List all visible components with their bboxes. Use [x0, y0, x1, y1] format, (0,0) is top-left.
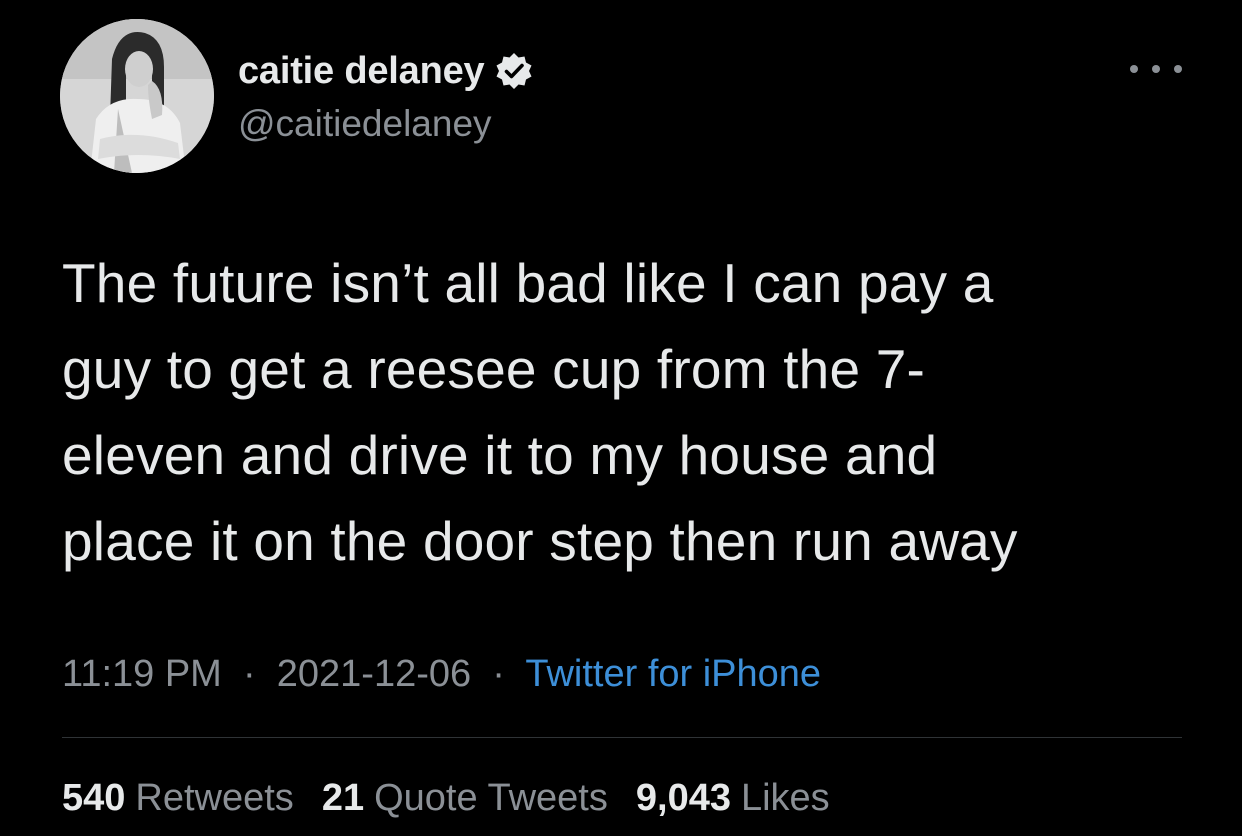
meta-separator: ·: [232, 653, 267, 695]
verified-badge-icon: [494, 51, 534, 91]
more-dot: [1130, 65, 1138, 73]
tweet-date[interactable]: 2021-12-06: [277, 653, 471, 695]
likes-stat[interactable]: 9,043 Likes: [636, 772, 830, 824]
more-dot: [1174, 65, 1182, 73]
more-options-icon[interactable]: [1130, 54, 1182, 84]
quote-tweets-label: Quote Tweets: [374, 777, 608, 819]
quote-tweets-stat[interactable]: 21 Quote Tweets: [322, 772, 608, 824]
tweet-text-line: guy to get a reesee cup from the 7-: [62, 338, 926, 400]
tweet-text-line: eleven and drive it to my house and: [62, 424, 938, 486]
tweet-time[interactable]: 11:19 PM: [62, 653, 222, 695]
tweet-stats: 540 Retweets 21 Quote Tweets 9,043 Likes: [62, 772, 858, 824]
retweets-stat[interactable]: 540 Retweets: [62, 772, 294, 824]
avatar[interactable]: [60, 19, 214, 173]
quote-tweets-count: 21: [321, 777, 365, 819]
tweet-text-line: place it on the door step then run away: [62, 510, 1018, 572]
likes-count: 9,043: [635, 777, 731, 819]
tweet-text: The future isn’t all bad like I can pay …: [62, 240, 1202, 584]
tweet-source-link[interactable]: Twitter for iPhone: [525, 653, 821, 695]
retweets-label: Retweets: [135, 777, 294, 819]
tweet-meta: 11:19 PM · 2021-12-06 · Twitter for iPho…: [62, 648, 821, 700]
tweet-container: caitie delaney @caitiedelaney The future…: [0, 0, 1242, 836]
more-dot: [1152, 65, 1160, 73]
likes-label: Likes: [740, 777, 830, 819]
meta-separator: ·: [481, 653, 516, 695]
author-handle[interactable]: @caitiedelaney: [238, 100, 492, 148]
retweets-count: 540: [62, 777, 126, 819]
profile-photo-icon: [60, 19, 214, 173]
author-name-row[interactable]: caitie delaney: [238, 46, 534, 96]
divider: [62, 737, 1182, 738]
tweet-text-line: The future isn’t all bad like I can pay …: [62, 252, 994, 314]
author-display-name[interactable]: caitie delaney: [238, 46, 485, 96]
